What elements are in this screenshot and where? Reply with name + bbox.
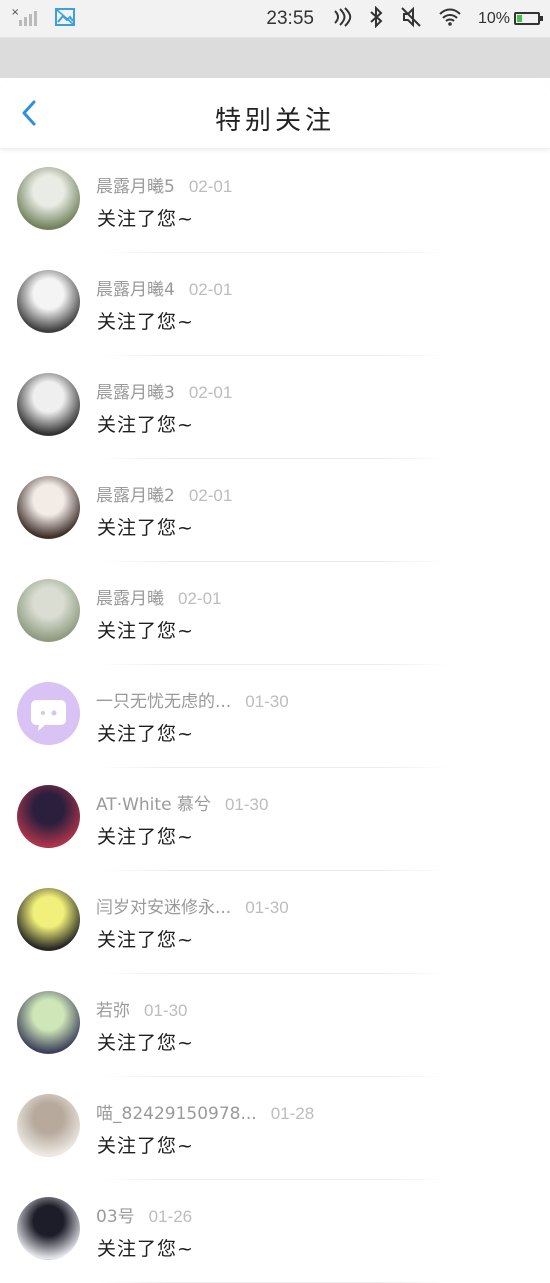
date-label: 01-30 [144, 1001, 188, 1020]
mute-icon [400, 6, 422, 32]
avatar[interactable] [17, 888, 80, 951]
user-name: 一只无忧无虑的... [96, 692, 232, 712]
user-name: 晨露月曦 [96, 589, 164, 609]
user-name: 晨露月曦5 [96, 177, 175, 197]
signal-icon: × [10, 6, 40, 32]
status-bar: × 23:55 10% [0, 0, 550, 38]
user-name: 晨露月曦3 [96, 383, 175, 403]
message-text: 关注了您~ [97, 208, 194, 230]
date-label: 02-01 [188, 177, 233, 196]
message-text: 关注了您~ [97, 1032, 194, 1054]
user-name: 闫岁对安迷修永... [96, 898, 232, 918]
overlay-band [0, 38, 550, 78]
user-name: 晨露月曦4 [96, 280, 175, 300]
user-name: 03号 [96, 1207, 135, 1227]
svg-text:×: × [11, 7, 19, 18]
avatar[interactable] [17, 270, 80, 333]
date-label: 01-30 [245, 898, 289, 917]
list-item[interactable]: 若弥 01-30 关注了您~ [0, 974, 550, 1077]
list-item[interactable]: AT·White 慕兮 01-30 关注了您~ [0, 768, 550, 871]
message-text: 关注了您~ [97, 1238, 194, 1260]
date-label: 01-30 [245, 692, 289, 711]
date-label: 01-28 [270, 1104, 315, 1123]
message-text: 关注了您~ [97, 620, 194, 642]
date-label: 02-01 [188, 486, 233, 505]
message-text: 关注了您~ [97, 1135, 194, 1157]
list-item[interactable]: 晨露月曦2 02-01 关注了您~ [0, 459, 550, 562]
avatar[interactable] [17, 1197, 80, 1260]
battery-percent: 10% [477, 9, 510, 27]
date-label: 01-30 [224, 795, 269, 814]
message-text: 关注了您~ [97, 311, 194, 333]
avatar[interactable] [17, 167, 80, 230]
gallery-icon [54, 7, 76, 31]
list-item[interactable]: 03号 01-26 关注了您~ [0, 1180, 550, 1283]
avatar[interactable] [17, 1094, 80, 1157]
avatar[interactable] [17, 476, 80, 539]
header: 特别关注 [0, 78, 550, 149]
message-text: 关注了您~ [97, 826, 194, 848]
date-label: 02-01 [178, 589, 222, 608]
message-text: 关注了您~ [97, 929, 194, 951]
date-label: 01-26 [148, 1207, 193, 1226]
list-item[interactable]: 晨露月曦4 02-01 关注了您~ [0, 253, 550, 356]
message-text: 关注了您~ [97, 723, 194, 745]
message-text: 关注了您~ [97, 414, 194, 436]
date-label: 02-01 [188, 383, 233, 402]
follow-list: 晨露月曦5 02-01 关注了您~ 晨露月曦4 02-01 关注了您~ 晨露月曦3 0… [0, 150, 550, 1283]
avatar[interactable] [17, 785, 80, 848]
user-name: AT·White 慕兮 [96, 795, 211, 815]
list-item[interactable]: 一只无忧无虑的... 01-30 关注了您~ [0, 665, 550, 768]
wifi-icon [438, 7, 462, 31]
avatar[interactable] [17, 991, 80, 1054]
list-item[interactable]: 闫岁对安迷修永... 01-30 关注了您~ [0, 871, 550, 974]
user-name: 晨露月曦2 [96, 486, 175, 506]
battery-icon [514, 12, 543, 25]
list-item[interactable]: 晨露月曦3 02-01 关注了您~ [0, 356, 550, 459]
user-name: 喵_82429150978... [96, 1104, 257, 1124]
user-name: 若弥 [96, 1001, 130, 1021]
page-title: 特别关注 [214, 106, 335, 136]
list-item[interactable]: 晨露月曦 02-01 关注了您~ [0, 562, 550, 665]
avatar[interactable] [17, 579, 80, 642]
avatar[interactable] [17, 373, 80, 436]
avatar[interactable] [17, 682, 80, 745]
message-text: 关注了您~ [97, 517, 194, 539]
date-label: 02-01 [188, 280, 233, 299]
list-item[interactable]: 晨露月曦5 02-01 关注了您~ [0, 150, 550, 253]
list-item[interactable]: 喵_82429150978... 01-28 关注了您~ [0, 1077, 550, 1180]
clock: 23:55 [266, 7, 314, 29]
nfc-icon [330, 6, 352, 32]
bluetooth-icon [368, 5, 384, 32]
